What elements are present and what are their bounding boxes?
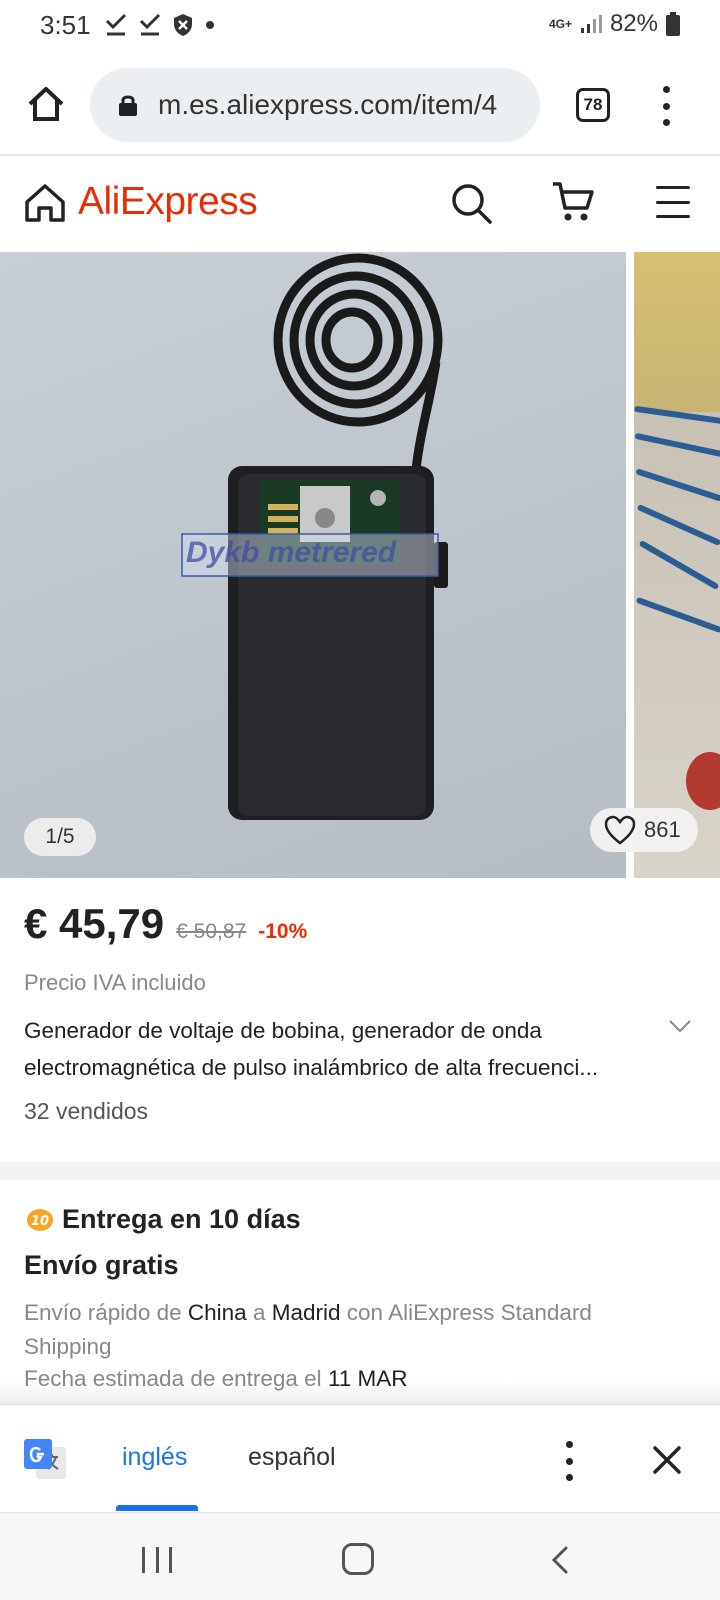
tab-lang-ingles[interactable]: inglés [122, 1443, 187, 1472]
delivery-title: Entrega en 10 días [62, 1204, 301, 1234]
product-image-next[interactable] [634, 252, 720, 878]
wishlist-count: 861 [644, 817, 681, 842]
delivery-10-days-icon: 10 [27, 1208, 53, 1231]
aliexpress-logo[interactable]: AliExpress [78, 180, 258, 224]
status-time: 3:51 [40, 10, 91, 40]
product-gallery[interactable]: Dykb metrered 1/5 861 [0, 252, 720, 878]
search-icon[interactable] [450, 182, 492, 224]
free-shipping-label: Envío gratis [24, 1250, 179, 1280]
original-price: € 50,87 [176, 920, 247, 943]
url-bar[interactable]: m.es.aliexpress.com/item/4 [90, 68, 540, 142]
site-header: AliExpress [0, 158, 720, 252]
chevron-down-icon[interactable] [668, 1018, 692, 1034]
heart-icon [604, 815, 636, 845]
url-text: m.es.aliexpress.com/item/4 [158, 89, 498, 120]
translate-bar: inglés español [0, 1404, 720, 1512]
check-download-icon [105, 13, 127, 36]
status-right: 4G+ 82% [549, 10, 680, 38]
battery-percent: 82% [609, 10, 658, 37]
notification-icons [104, 12, 216, 38]
current-price: € 45,79 [24, 900, 165, 947]
svg-text:10: 10 [31, 1214, 49, 1229]
dot-icon [206, 21, 214, 29]
ship-from: China [187, 1300, 247, 1325]
signal-icon [580, 15, 602, 33]
site-home-icon[interactable] [24, 182, 66, 224]
close-icon[interactable] [652, 1445, 682, 1475]
back-icon[interactable] [548, 1545, 572, 1575]
tab-switcher-button[interactable]: 78 [576, 88, 610, 122]
ship-to: Madrid [271, 1300, 341, 1325]
battery-icon [666, 12, 680, 36]
product-title[interactable]: Generador de voltaje de bobina, generado… [24, 1012, 664, 1086]
shield-block-icon [174, 14, 192, 36]
image-watermark: Dykb metrered [186, 536, 397, 569]
google-translate-icon [24, 1439, 66, 1479]
browser-menu-button[interactable] [660, 86, 672, 126]
home-icon[interactable] [26, 84, 66, 124]
price-row: € 45,79 € 50,87 -10% [24, 900, 307, 948]
home-button[interactable] [342, 1543, 374, 1575]
shipping-detail[interactable]: Envío rápido de China a Madrid con AliEx… [24, 1296, 664, 1364]
hamburger-menu-icon[interactable] [656, 186, 690, 218]
system-nav-bar [0, 1512, 720, 1600]
delivery-header: 10 Entrega en 10 días [24, 1204, 301, 1235]
check-download-icon-2 [139, 13, 161, 36]
tab-lang-espanol[interactable]: español [248, 1443, 336, 1472]
product-image-main[interactable]: Dykb metrered [0, 252, 626, 878]
status-bar: 3:51 4G+ 82% [0, 0, 720, 52]
discount-badge: -10% [258, 920, 308, 943]
translate-options-button[interactable] [564, 1441, 574, 1481]
vat-note: Precio IVA incluido [24, 970, 206, 995]
sold-count: 32 vendidos [24, 1098, 149, 1124]
network-type: 4G+ [548, 17, 572, 31]
image-counter-badge: 1/5 [24, 818, 96, 856]
lock-icon [119, 95, 137, 116]
cart-icon[interactable] [552, 180, 594, 224]
recent-apps-button[interactable] [142, 1547, 172, 1573]
browser-toolbar: m.es.aliexpress.com/item/4 78 [0, 52, 720, 156]
active-tab-indicator [116, 1505, 198, 1511]
section-divider [0, 1162, 720, 1180]
wishlist-button[interactable]: 861 [590, 808, 698, 852]
